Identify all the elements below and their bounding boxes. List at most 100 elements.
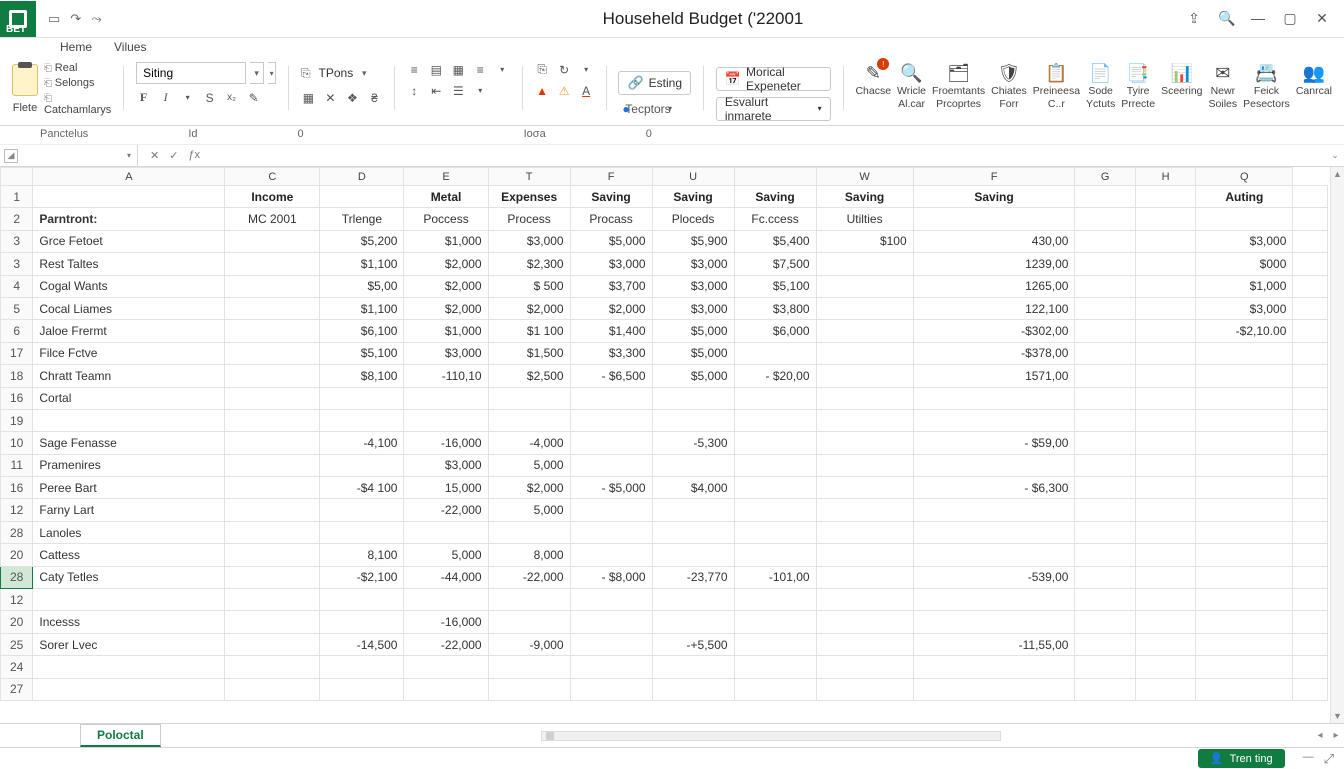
cell[interactable]: $4,000 [652, 477, 734, 499]
tpons-dropdown-icon[interactable]: ▾ [357, 62, 371, 84]
tab-home[interactable]: Heme [60, 40, 92, 54]
cell[interactable] [816, 521, 913, 543]
cell[interactable]: $2,000 [404, 253, 488, 275]
row-header[interactable]: 25 [1, 633, 33, 655]
cell[interactable] [225, 477, 320, 499]
cell[interactable]: $1,100 [320, 253, 404, 275]
cell[interactable]: -11,55,00 [913, 633, 1075, 655]
cell[interactable] [225, 566, 320, 588]
row-header[interactable]: 16 [1, 477, 33, 499]
cell[interactable] [913, 499, 1075, 521]
cell[interactable]: 5,000 [488, 454, 570, 476]
cell[interactable] [225, 409, 320, 431]
cell[interactable] [404, 387, 488, 409]
maximize-button[interactable]: ▢ [1282, 10, 1298, 27]
cell[interactable] [1196, 611, 1293, 633]
cell[interactable]: $1 100 [488, 320, 570, 342]
cell[interactable] [1196, 589, 1293, 611]
warning-icon[interactable]: ▲ [535, 83, 550, 98]
cell[interactable] [1196, 499, 1293, 521]
tecptors-label[interactable]: Tecptors [640, 101, 655, 116]
column-header[interactable]: D [320, 168, 404, 186]
border-x-button[interactable]: ✕ [323, 90, 338, 105]
rotate-drop-icon[interactable]: ▾ [579, 62, 594, 77]
column-header[interactable]: E [404, 168, 488, 186]
cell[interactable]: $3,000 [1196, 297, 1293, 319]
cell[interactable]: -16,000 [404, 611, 488, 633]
cell[interactable]: Farny Lart [33, 499, 225, 521]
cell[interactable] [1075, 454, 1135, 476]
cell[interactable] [488, 656, 570, 678]
save-icon[interactable]: ▭ [48, 11, 60, 27]
cell[interactable] [816, 342, 913, 364]
horizontal-scrollbar[interactable] [541, 731, 1001, 741]
cell[interactable] [652, 499, 734, 521]
cell[interactable]: Incesss [33, 611, 225, 633]
cell[interactable]: Ploceds [652, 208, 734, 230]
row-header[interactable]: 11 [1, 454, 33, 476]
cell[interactable]: 1571,00 [913, 365, 1075, 387]
cell[interactable] [734, 454, 816, 476]
cell[interactable] [816, 544, 913, 566]
cell[interactable]: Fc.ccess [734, 208, 816, 230]
scroll-right-icon[interactable]: ▸ [1328, 730, 1344, 741]
cell[interactable] [225, 253, 320, 275]
cell[interactable] [1293, 365, 1328, 387]
cell[interactable]: $1,000 [404, 230, 488, 252]
cell[interactable] [33, 656, 225, 678]
ribbon-command[interactable]: 📄SodeYctuts [1086, 62, 1115, 110]
cell[interactable] [816, 454, 913, 476]
cell[interactable] [225, 521, 320, 543]
cell[interactable] [1135, 566, 1195, 588]
cell[interactable]: -5,300 [652, 432, 734, 454]
cell[interactable] [652, 409, 734, 431]
cell[interactable] [1135, 656, 1195, 678]
cell[interactable]: 5,000 [488, 499, 570, 521]
cell[interactable]: $5,100 [734, 275, 816, 297]
cell[interactable]: Pramenires [33, 454, 225, 476]
cell[interactable] [816, 297, 913, 319]
cell[interactable] [1293, 253, 1328, 275]
fx-icon[interactable]: ƒx [188, 149, 200, 162]
cell[interactable]: -101,00 [734, 566, 816, 588]
cell[interactable]: 1265,00 [913, 275, 1075, 297]
cell[interactable] [320, 454, 404, 476]
column-header[interactable]: W [816, 168, 913, 186]
cell[interactable] [816, 275, 913, 297]
cell[interactable] [570, 656, 652, 678]
cell[interactable] [488, 387, 570, 409]
row-header[interactable]: 10 [1, 432, 33, 454]
clipboard-item[interactable]: Real [44, 62, 111, 74]
row-header[interactable]: 12 [1, 499, 33, 521]
cell[interactable] [1293, 297, 1328, 319]
font-dropdown-icon[interactable]: ▾ [250, 62, 264, 84]
cell[interactable] [225, 544, 320, 566]
cell[interactable]: 5,000 [404, 544, 488, 566]
column-header[interactable]: H [1135, 168, 1195, 186]
cell[interactable]: Cocal Liames [33, 297, 225, 319]
cell[interactable]: $000 [1196, 253, 1293, 275]
cell[interactable]: $3,000 [404, 342, 488, 364]
align-list-icon[interactable]: ≡ [407, 62, 422, 77]
cell[interactable]: 1239,00 [913, 253, 1075, 275]
cell[interactable]: $1,000 [404, 320, 488, 342]
row-header[interactable]: 2 [1, 208, 33, 230]
cell[interactable]: $6,100 [320, 320, 404, 342]
cell[interactable] [816, 633, 913, 655]
cell[interactable]: Caty Tetles [33, 566, 225, 588]
cell[interactable] [652, 589, 734, 611]
row-header[interactable]: 20 [1, 611, 33, 633]
cell[interactable] [1196, 387, 1293, 409]
cell[interactable] [816, 253, 913, 275]
cell[interactable] [320, 186, 404, 208]
cell[interactable] [1075, 589, 1135, 611]
cell[interactable] [1293, 186, 1328, 208]
cell[interactable]: -14,500 [320, 633, 404, 655]
cell[interactable] [1196, 566, 1293, 588]
cell[interactable] [1135, 230, 1195, 252]
cell[interactable]: $2,000 [570, 297, 652, 319]
cell[interactable]: Process [488, 208, 570, 230]
cell[interactable] [1293, 387, 1328, 409]
cell[interactable] [1196, 477, 1293, 499]
cell[interactable] [1075, 544, 1135, 566]
